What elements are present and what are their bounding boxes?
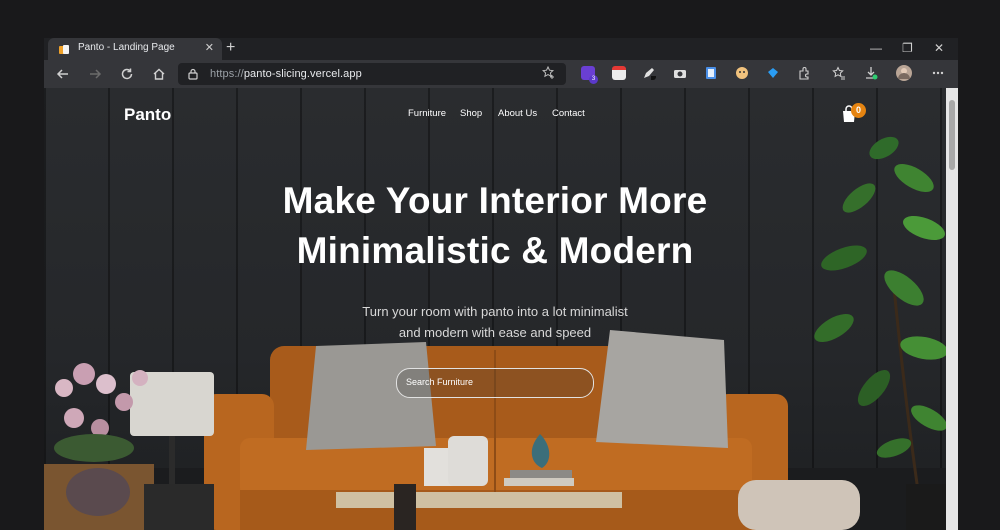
search-placeholder: Search Furniture bbox=[406, 377, 474, 387]
extension-docs-icon[interactable] bbox=[704, 66, 718, 80]
forward-icon[interactable] bbox=[88, 67, 102, 81]
home-icon[interactable] bbox=[152, 67, 166, 81]
flower-vase-icon bbox=[54, 363, 148, 516]
extension-camera-icon[interactable] bbox=[673, 66, 687, 80]
cart-count-badge: 0 bbox=[851, 103, 866, 118]
hero-subtitle-line2: and modern with ease and speed bbox=[398, 325, 592, 340]
extension-pen-icon[interactable] bbox=[642, 66, 656, 80]
extension-badge: 3 bbox=[589, 75, 598, 84]
tab-close-icon[interactable]: ✕ bbox=[205, 41, 214, 54]
url-protocol: https:// bbox=[210, 68, 244, 80]
address-bar[interactable]: https://panto-slicing.vercel.app bbox=[178, 63, 566, 85]
hero-subtitle-line1: Turn your room with panto into a lot min… bbox=[362, 304, 628, 319]
tab-favicon-icon bbox=[59, 45, 69, 54]
browser-toolbar: https://panto-slicing.vercel.app 3 bbox=[44, 60, 958, 88]
nav-shop[interactable]: Shop bbox=[460, 108, 482, 119]
url-text[interactable]: https://panto-slicing.vercel.app bbox=[210, 68, 362, 80]
hero-headline-line1: Make Your Interior More bbox=[282, 180, 708, 221]
lock-icon[interactable] bbox=[188, 68, 198, 80]
tab-panto[interactable]: Panto - Landing Page ✕ bbox=[48, 38, 222, 60]
nav-contact[interactable]: Contact bbox=[552, 108, 585, 119]
search-furniture-input[interactable]: Search Furniture bbox=[396, 368, 594, 398]
minimize-button[interactable]: — bbox=[870, 41, 882, 55]
page-scrollbar[interactable] bbox=[946, 88, 958, 530]
page-viewport: Panto Furniture Shop About Us Contact 0 … bbox=[44, 88, 946, 530]
star-add-icon[interactable] bbox=[542, 66, 556, 80]
nav-furniture[interactable]: Furniture bbox=[408, 108, 446, 119]
sofa-icon bbox=[204, 330, 788, 530]
tab-bar: Panto - Landing Page ✕ + — ❐ ✕ bbox=[44, 38, 958, 60]
nav-about-us[interactable]: About Us bbox=[498, 108, 537, 119]
maximize-button[interactable]: ❐ bbox=[902, 41, 913, 55]
tab-title: Panto - Landing Page bbox=[78, 42, 175, 53]
new-tab-button[interactable]: + bbox=[226, 39, 235, 57]
back-icon[interactable] bbox=[56, 67, 70, 81]
extension-diamond-icon[interactable] bbox=[766, 66, 780, 80]
scrollbar-thumb[interactable] bbox=[949, 100, 955, 170]
url-host: panto-slicing.vercel.app bbox=[243, 68, 362, 80]
browser-window: Panto - Landing Page ✕ + — ❐ ✕ https://p… bbox=[44, 38, 958, 530]
lamp-icon bbox=[44, 372, 214, 530]
profile-avatar[interactable] bbox=[896, 65, 912, 81]
site-logo[interactable]: Panto bbox=[124, 105, 171, 125]
close-window-button[interactable]: ✕ bbox=[934, 41, 944, 55]
extensions-icon[interactable] bbox=[797, 66, 811, 80]
extension-face-icon[interactable] bbox=[735, 66, 749, 80]
extension-calendar-icon[interactable] bbox=[612, 66, 626, 80]
favorites-icon[interactable] bbox=[832, 66, 846, 80]
coffee-table-icon bbox=[336, 434, 860, 530]
more-icon[interactable] bbox=[931, 66, 945, 80]
downloads-icon[interactable] bbox=[864, 66, 878, 80]
reload-icon[interactable] bbox=[120, 67, 134, 81]
hero-headline-line2: Minimalistic & Modern bbox=[296, 230, 694, 271]
